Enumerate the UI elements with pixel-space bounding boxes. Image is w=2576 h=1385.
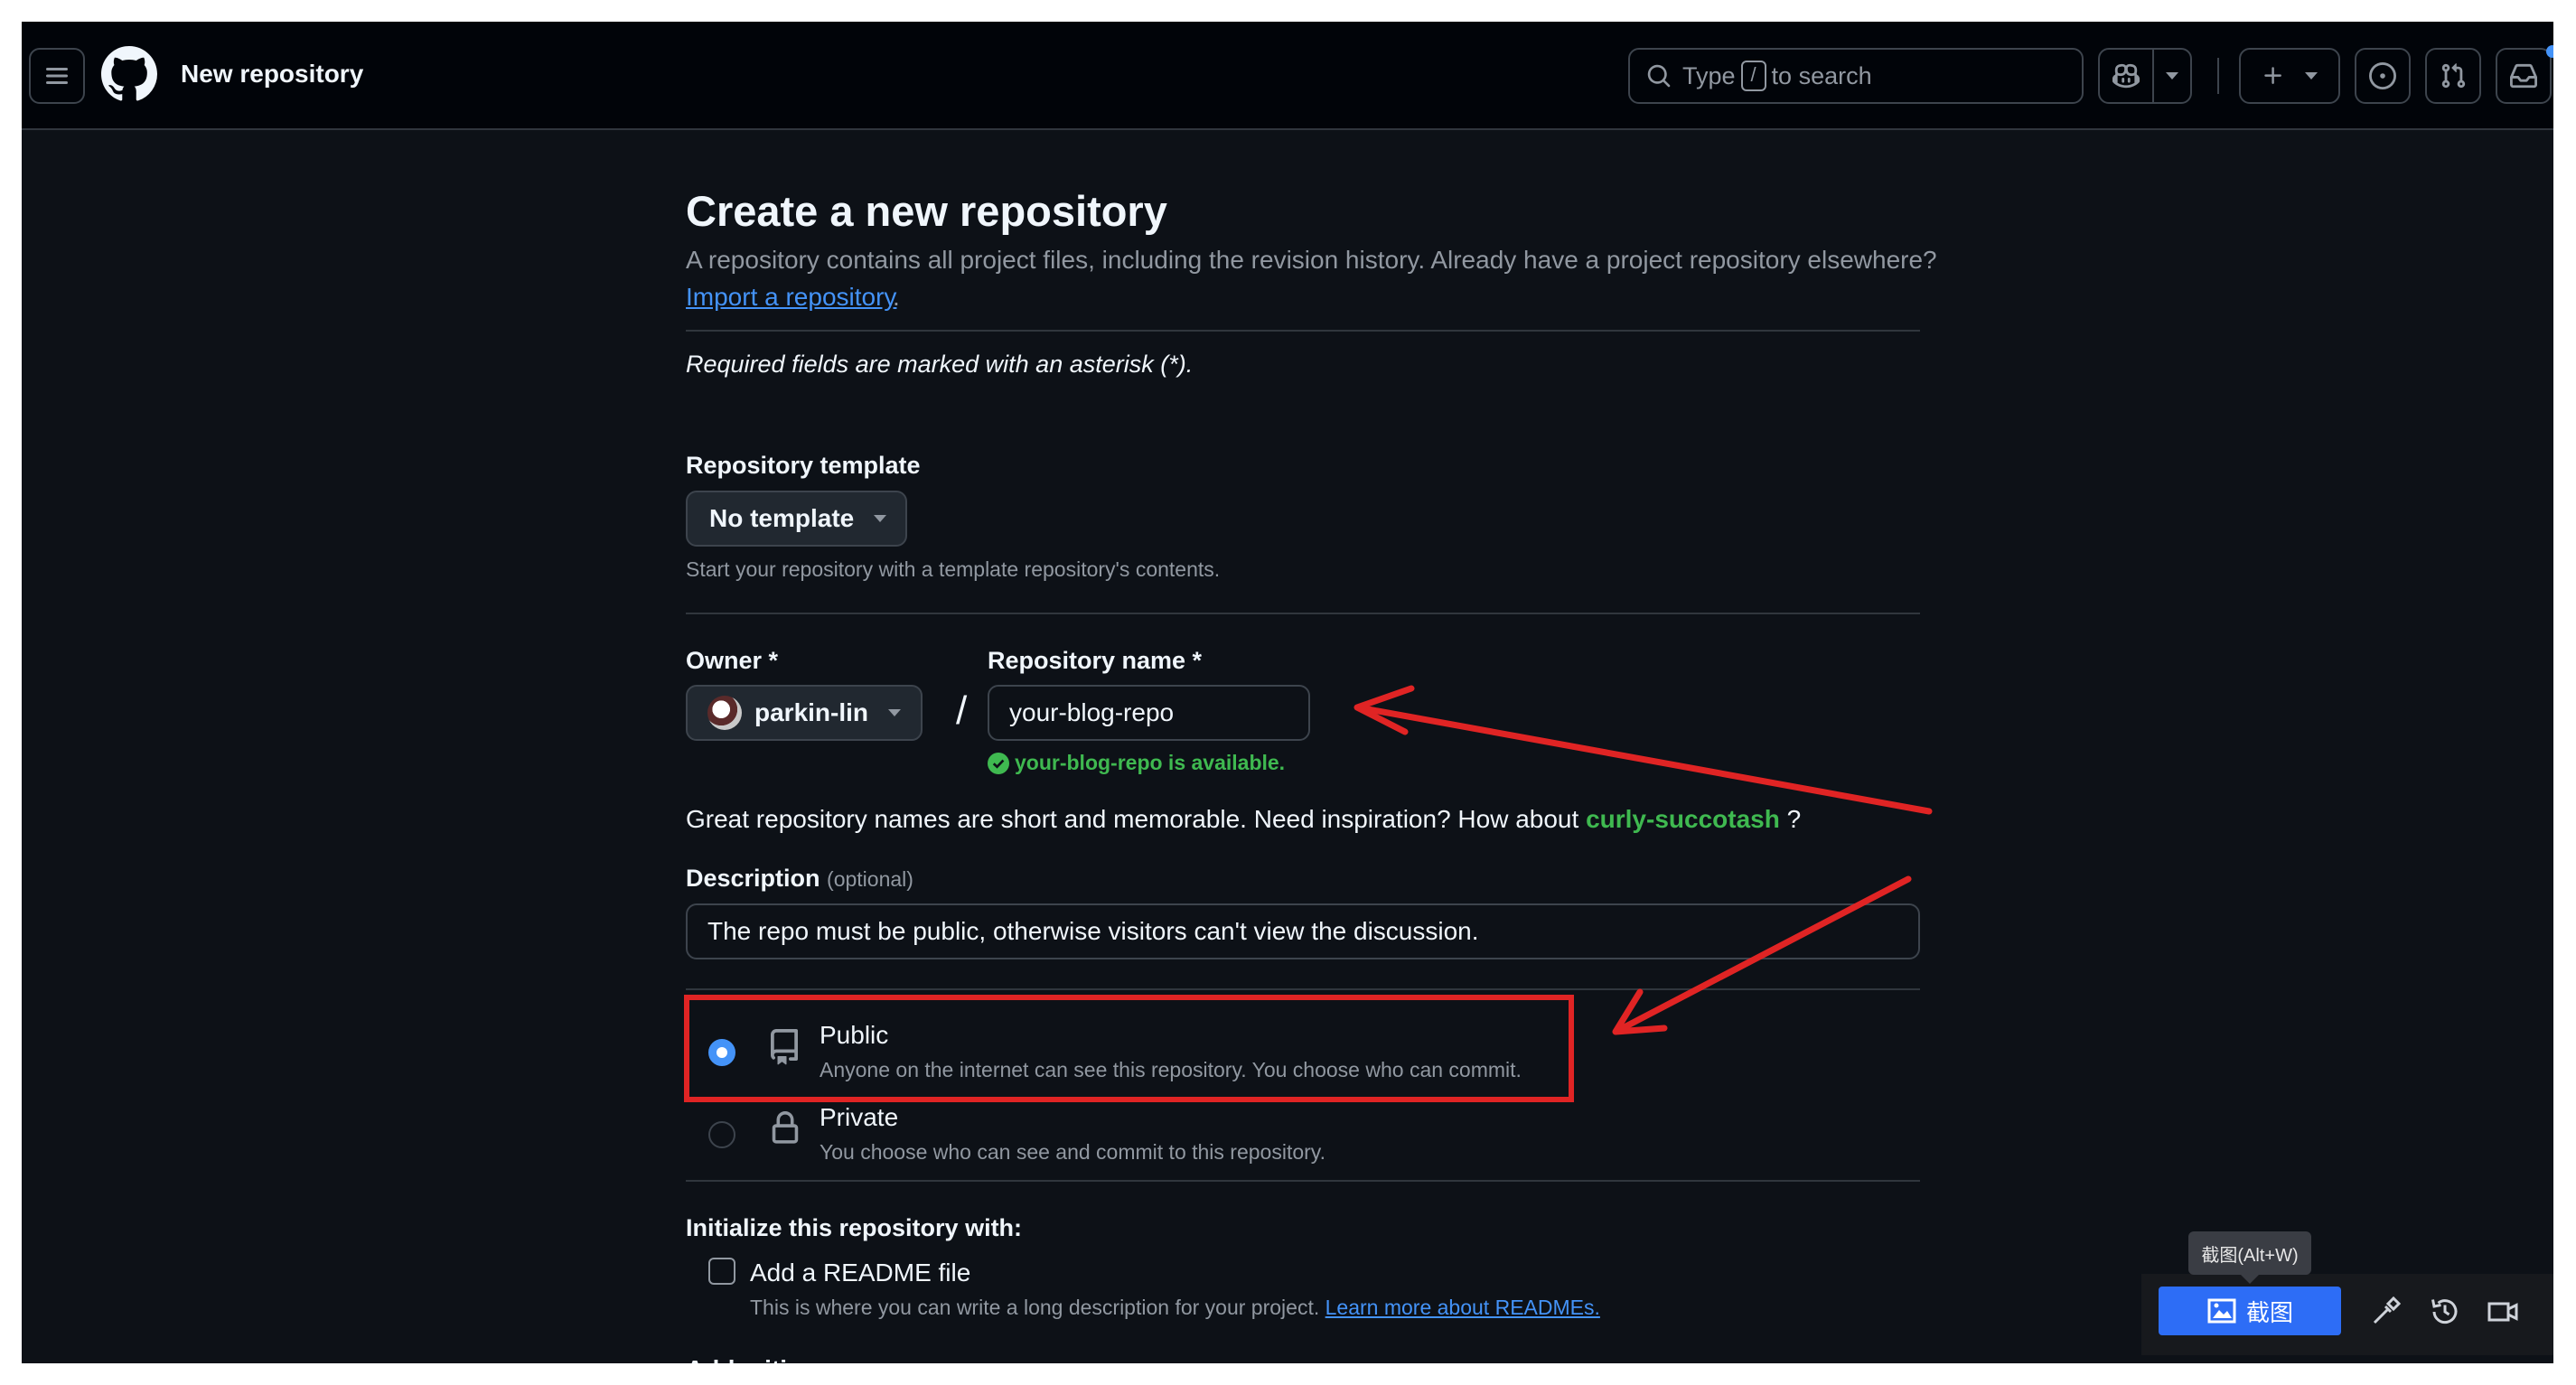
screenshot-button[interactable]: 截图	[2159, 1287, 2341, 1335]
screenshot-tooltip: 截图(Alt+W)	[2188, 1231, 2311, 1284]
history-icon[interactable]	[2429, 1296, 2461, 1328]
annotation-arrows	[1354, 685, 1933, 1035]
image-icon	[2207, 1298, 2236, 1324]
arrow-to-repo-name	[1354, 704, 1933, 815]
record-video-icon[interactable]	[2487, 1296, 2519, 1328]
screenshot-button-label: 截图	[2245, 1298, 2293, 1326]
arrow-to-public	[1614, 875, 1912, 1034]
color-picker-icon[interactable]	[2369, 1296, 2402, 1328]
